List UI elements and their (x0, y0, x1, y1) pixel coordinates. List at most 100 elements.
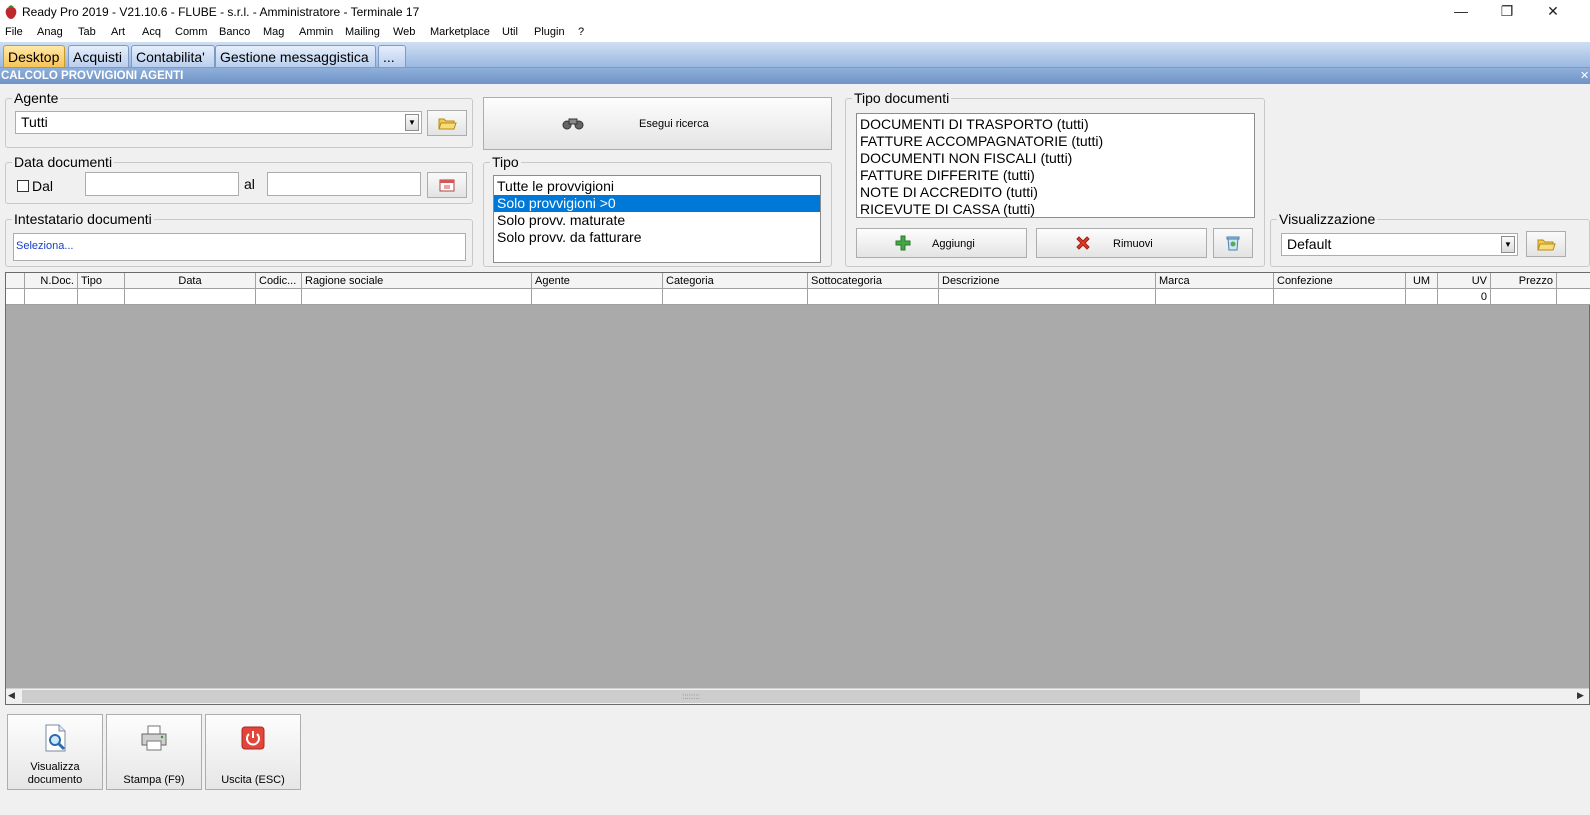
tab-acquisti[interactable]: Acquisti (68, 45, 129, 67)
visualizzazione-group: Visualizzazione Default ▼ (1270, 211, 1590, 267)
menu-comm[interactable]: Comm (175, 26, 207, 38)
column-header-sottocategoria[interactable]: Sottocategoria (808, 273, 939, 289)
column-header-categoria[interactable]: Categoria (663, 273, 808, 289)
horizontal-scrollbar[interactable]: ◀ :::::::: ▶ (6, 688, 1589, 704)
tipo-documento-item[interactable]: FATTURE ACCOMPAGNATORIE (tutti) (857, 133, 1254, 150)
tipo-option[interactable]: Solo provv. maturate (494, 212, 820, 229)
scrollbar-thumb[interactable]: :::::::: (22, 690, 1360, 703)
tipo-listbox[interactable]: Tutte le provvigioni Solo provvigioni >0… (493, 175, 821, 263)
column-header-descrizione[interactable]: Descrizione (939, 273, 1156, 289)
tipo-documento-item[interactable]: DOCUMENTI DI TRASPORTO (tutti) (857, 116, 1254, 133)
menu-web[interactable]: Web (393, 26, 415, 38)
column-header-data[interactable]: Data (125, 273, 256, 289)
menu-help[interactable]: ? (578, 26, 584, 38)
column-header-ndoc[interactable]: N.Doc. (25, 273, 78, 289)
page-close-icon[interactable]: ✕ (1580, 68, 1589, 84)
cell-um[interactable] (1406, 289, 1438, 305)
tipo-documento-item[interactable]: NOTE DI ACCREDITO (tutti) (857, 184, 1254, 201)
tipo-option-selected[interactable]: Solo provvigioni >0 (494, 195, 820, 212)
rimuovi-button[interactable]: Rimuovi (1036, 228, 1207, 258)
title-bar: Ready Pro 2019 - V21.10.6 - FLUBE - s.r.… (0, 0, 1590, 24)
menu-art[interactable]: Art (111, 26, 125, 38)
visualizzazione-value: Default (1287, 236, 1332, 252)
menu-banco[interactable]: Banco (219, 26, 250, 38)
tipo-documento-item[interactable]: DOCUMENTI NON FISCALI (tutti) (857, 150, 1254, 167)
visualizzazione-browse-button[interactable] (1526, 231, 1566, 257)
tab-contabilita[interactable]: Contabilita' (131, 45, 215, 67)
scroll-left-icon[interactable]: ◀ (8, 690, 15, 701)
tipo-documento-item[interactable]: FATTURE DIFFERITE (tutti) (857, 167, 1254, 184)
cell-agente[interactable] (532, 289, 663, 305)
binoculars-icon (562, 118, 584, 130)
chevron-down-icon[interactable]: ▼ (1501, 236, 1515, 253)
scroll-right-icon[interactable]: ▶ (1577, 690, 1584, 701)
intestatario-selector[interactable]: Seleziona... (13, 233, 466, 261)
cell-marca[interactable] (1156, 289, 1274, 305)
folder-icon (438, 118, 457, 130)
tab-desktop[interactable]: Desktop (3, 45, 65, 67)
dal-date-input[interactable] (85, 172, 239, 196)
tipo-option[interactable]: Tutte le provvigioni (494, 178, 820, 195)
column-header-tipo[interactable]: Tipo (78, 273, 125, 289)
menu-mailing[interactable]: Mailing (345, 26, 380, 38)
menu-acq[interactable]: Acq (142, 26, 161, 38)
al-date-input[interactable] (267, 172, 421, 196)
cell-tipo[interactable] (78, 289, 125, 305)
aggiungi-button[interactable]: Aggiungi (856, 228, 1027, 258)
cell-codice[interactable] (256, 289, 302, 305)
column-header-marca[interactable]: Marca (1156, 273, 1274, 289)
agente-select[interactable]: Tutti ▼ (15, 111, 422, 134)
cell-ragione-sociale[interactable] (302, 289, 532, 305)
esegui-ricerca-button[interactable]: Esegui ricerca (483, 97, 832, 150)
results-grid[interactable]: N.Doc. Tipo Data Codic... Ragione social… (5, 272, 1590, 705)
cell-confezione[interactable] (1274, 289, 1406, 305)
clear-list-button[interactable] (1213, 228, 1253, 258)
menu-mag[interactable]: Mag (263, 26, 284, 38)
cell-ndoc[interactable] (25, 289, 78, 305)
tab-gestione-messaggistica[interactable]: Gestione messaggistica (215, 45, 376, 67)
table-row[interactable]: 0 (6, 289, 1590, 305)
tipo-documenti-group: Tipo documenti DOCUMENTI DI TRASPORTO (t… (845, 90, 1265, 267)
calendar-button[interactable] (427, 172, 467, 198)
uscita-button[interactable]: Uscita (ESC) (205, 714, 301, 790)
visualizzazione-select[interactable]: Default ▼ (1281, 233, 1518, 256)
tipo-documenti-listbox[interactable]: DOCUMENTI DI TRASPORTO (tutti) FATTURE A… (856, 113, 1255, 218)
visualizza-documento-button[interactable]: Visualizza documento (7, 714, 103, 790)
cell-data[interactable] (125, 289, 256, 305)
tipo-option[interactable]: Solo provv. da fatturare (494, 229, 820, 246)
menu-marketplace[interactable]: Marketplace (430, 26, 490, 38)
menu-util[interactable]: Util (502, 26, 518, 38)
rimuovi-label: Rimuovi (1113, 238, 1153, 250)
column-header-agente[interactable]: Agente (532, 273, 663, 289)
cell-prezzo[interactable] (1491, 289, 1557, 305)
column-header-confezione[interactable]: Confezione (1274, 273, 1406, 289)
column-header-uv[interactable]: UV (1438, 273, 1491, 289)
window-title: Ready Pro 2019 - V21.10.6 - FLUBE - s.r.… (22, 5, 420, 19)
tab-more[interactable]: ... (378, 45, 406, 67)
data-documenti-label: Data documenti (12, 154, 115, 170)
close-button[interactable]: ✕ (1530, 0, 1576, 24)
menu-tab[interactable]: Tab (78, 26, 96, 38)
cell-sottocategoria[interactable] (808, 289, 939, 305)
cell-descrizione[interactable] (939, 289, 1156, 305)
chevron-down-icon[interactable]: ▼ (405, 114, 419, 131)
column-header-codice[interactable]: Codic... (256, 273, 302, 289)
stampa-button[interactable]: Stampa (F9) (106, 714, 202, 790)
data-documenti-group: Data documenti Dal al (5, 154, 473, 204)
menu-anag[interactable]: Anag (37, 26, 63, 38)
column-header-prezzo[interactable]: Prezzo (1491, 273, 1557, 289)
tipo-documento-item[interactable]: RICEVUTE DI CASSA (tutti) (857, 201, 1254, 218)
dal-checkbox[interactable] (17, 180, 29, 192)
menu-ammin[interactable]: Ammin (299, 26, 333, 38)
cell-categoria[interactable] (663, 289, 808, 305)
column-header-um[interactable]: UM (1406, 273, 1438, 289)
cell-uv[interactable]: 0 (1438, 289, 1491, 305)
intestatario-label: Intestatario documenti (12, 211, 154, 227)
column-header-ragione-sociale[interactable]: Ragione sociale (302, 273, 532, 289)
menu-plugin[interactable]: Plugin (534, 26, 565, 38)
minimize-button[interactable]: — (1438, 0, 1484, 24)
restore-button[interactable]: ❐ (1484, 0, 1530, 24)
menu-file[interactable]: File (5, 26, 23, 38)
view-document-icon (45, 724, 66, 752)
agente-browse-button[interactable] (427, 110, 467, 136)
